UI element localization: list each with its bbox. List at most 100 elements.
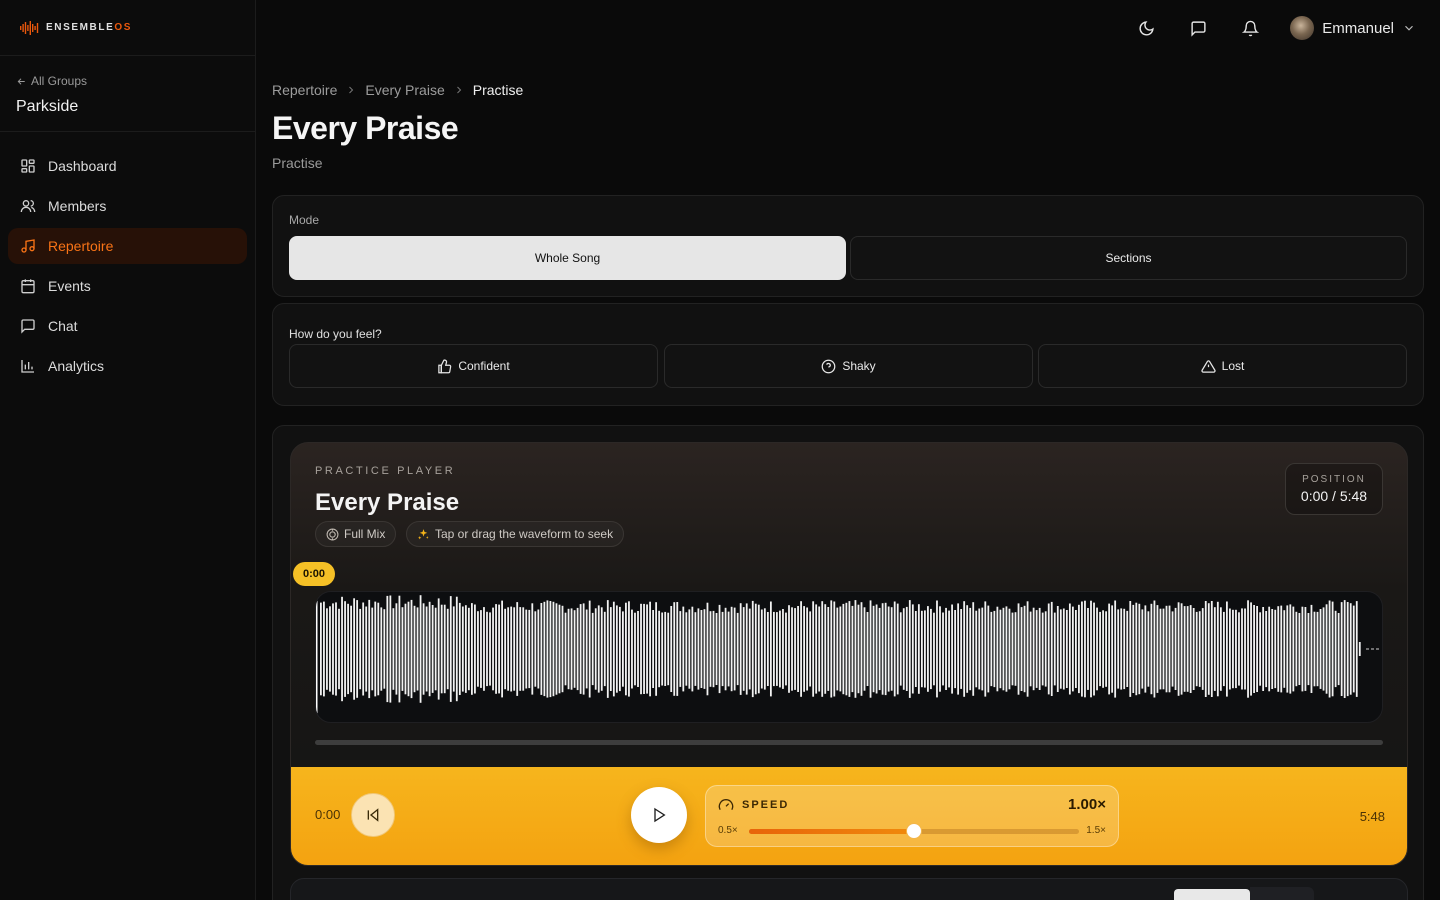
waveform-bar — [628, 601, 630, 697]
waveform-bar — [347, 603, 349, 695]
waveform-bar — [537, 609, 540, 689]
waveform-bar — [809, 611, 812, 687]
waveform-bar — [751, 600, 754, 698]
waveform-bar — [1226, 601, 1228, 697]
waveform-bar — [350, 605, 352, 693]
current-time-pill: 0:00 — [293, 562, 336, 586]
waveform-bar — [452, 606, 455, 692]
waveform-bar — [625, 602, 627, 696]
waveform-bar — [422, 603, 425, 695]
waveform-bar — [763, 608, 766, 690]
breadcrumb-song[interactable]: Every Praise — [365, 82, 444, 98]
position-value: 0:00 / 5:48 — [1300, 488, 1368, 504]
feel-lost-button[interactable]: Lost — [1038, 344, 1407, 388]
feel-confident-button[interactable]: Confident — [289, 344, 658, 388]
waveform-bar — [1232, 609, 1234, 689]
mode-card: Mode Whole Song Sections — [272, 195, 1424, 297]
waveform-bar — [872, 605, 875, 693]
sidebar-item-analytics[interactable]: Analytics — [8, 348, 247, 384]
waveform-bar — [1062, 608, 1065, 690]
speed-slider-thumb[interactable] — [906, 823, 922, 839]
waveform-bar — [1162, 608, 1165, 690]
waveform-bar — [440, 604, 443, 694]
waveform-bar — [652, 610, 654, 688]
track-mix-chip[interactable]: Full Mix — [315, 521, 397, 547]
waveform-bar — [700, 610, 703, 688]
user-menu[interactable]: Emmanuel — [1290, 16, 1416, 40]
waveform-bar — [1289, 604, 1292, 694]
notifications-button[interactable] — [1224, 8, 1276, 48]
waveform-bar — [1301, 606, 1304, 692]
thumbs-up-icon — [438, 358, 452, 373]
mode-whole-song-button[interactable]: Whole Song — [289, 236, 846, 280]
breadcrumb-current: Practise — [472, 82, 524, 98]
waveform-bar — [911, 604, 914, 694]
waveform-bar — [558, 604, 561, 694]
waveform-bar — [567, 608, 570, 690]
sidebar-item-repertoire[interactable]: Repertoire — [8, 228, 247, 264]
next-panel-tab-active[interactable] — [1174, 889, 1250, 900]
all-groups-link[interactable]: All Groups — [16, 74, 239, 88]
waveform-bar — [1132, 604, 1135, 693]
feel-lost-label: Lost — [1221, 359, 1245, 373]
waveform-bar — [519, 607, 522, 691]
chevron-right-icon — [456, 86, 461, 94]
waveform-bar — [866, 612, 869, 686]
waveform-bar — [1247, 600, 1249, 698]
waveform-bar — [1229, 608, 1231, 690]
waveform-bar — [525, 609, 528, 689]
feel-shaky-button[interactable]: Shaky — [664, 344, 1033, 388]
waveform-bar — [664, 611, 667, 686]
waveform-bar — [643, 603, 645, 694]
theme-toggle-button[interactable] — [1120, 8, 1172, 48]
avatar — [1290, 16, 1315, 40]
play-button[interactable] — [631, 787, 687, 843]
bell-icon — [1241, 20, 1259, 36]
waveform-bar — [942, 612, 944, 686]
sidebar-item-members[interactable]: Members — [8, 188, 247, 224]
breadcrumb-repertoire[interactable]: Repertoire — [272, 82, 337, 98]
waveform-bar — [570, 608, 573, 690]
waveform-bar — [588, 600, 591, 698]
waveform-bar — [724, 607, 727, 691]
waveform-bar — [914, 611, 917, 687]
waveform-bar — [917, 604, 920, 694]
waveform-bar — [1259, 612, 1262, 686]
play-icon — [654, 807, 666, 823]
waveform-bar — [960, 609, 963, 689]
waveform-bar — [1177, 602, 1180, 696]
waveform-bar — [1322, 607, 1325, 691]
waveform-bar — [1065, 610, 1068, 688]
scrub-bar[interactable] — [315, 740, 1383, 745]
waveform-bar — [516, 602, 519, 696]
sidebar-item-dashboard[interactable]: Dashboard — [8, 148, 247, 184]
waveform-bar — [1241, 608, 1243, 690]
restart-button[interactable] — [351, 793, 395, 837]
seek-hint-label: Tap or drag the waveform to seek — [435, 527, 614, 541]
next-panel-tab[interactable] — [1250, 887, 1314, 900]
waveform-bar — [812, 601, 815, 697]
waveform-bar — [1014, 612, 1017, 686]
sidebar-item-events[interactable]: Events — [8, 268, 247, 304]
waveform[interactable] — [315, 591, 1383, 723]
waveform-bar — [1081, 601, 1083, 697]
mode-sections-button[interactable]: Sections — [850, 236, 1407, 280]
waveform-bar — [582, 603, 585, 695]
waveform-bar — [410, 599, 413, 699]
waveform-bars[interactable] — [316, 592, 1383, 723]
waveform-bar — [576, 607, 579, 691]
waveform-bar — [326, 608, 328, 690]
waveform-bar — [1090, 600, 1092, 698]
bar-chart-icon — [21, 360, 34, 373]
messages-button[interactable] — [1172, 8, 1224, 48]
waveform-bar — [437, 598, 440, 700]
waveform-bar — [504, 608, 507, 690]
app-logo[interactable]: ENSEMBLEOS — [0, 0, 255, 56]
waveform-bar — [754, 603, 757, 695]
sidebar-item-chat[interactable]: Chat — [8, 308, 247, 344]
waveform-bar — [730, 606, 733, 692]
waveform-bar — [933, 612, 935, 686]
waveform-bar — [1099, 611, 1101, 687]
waveform-bar — [899, 612, 902, 686]
waveform-bar — [492, 607, 494, 691]
